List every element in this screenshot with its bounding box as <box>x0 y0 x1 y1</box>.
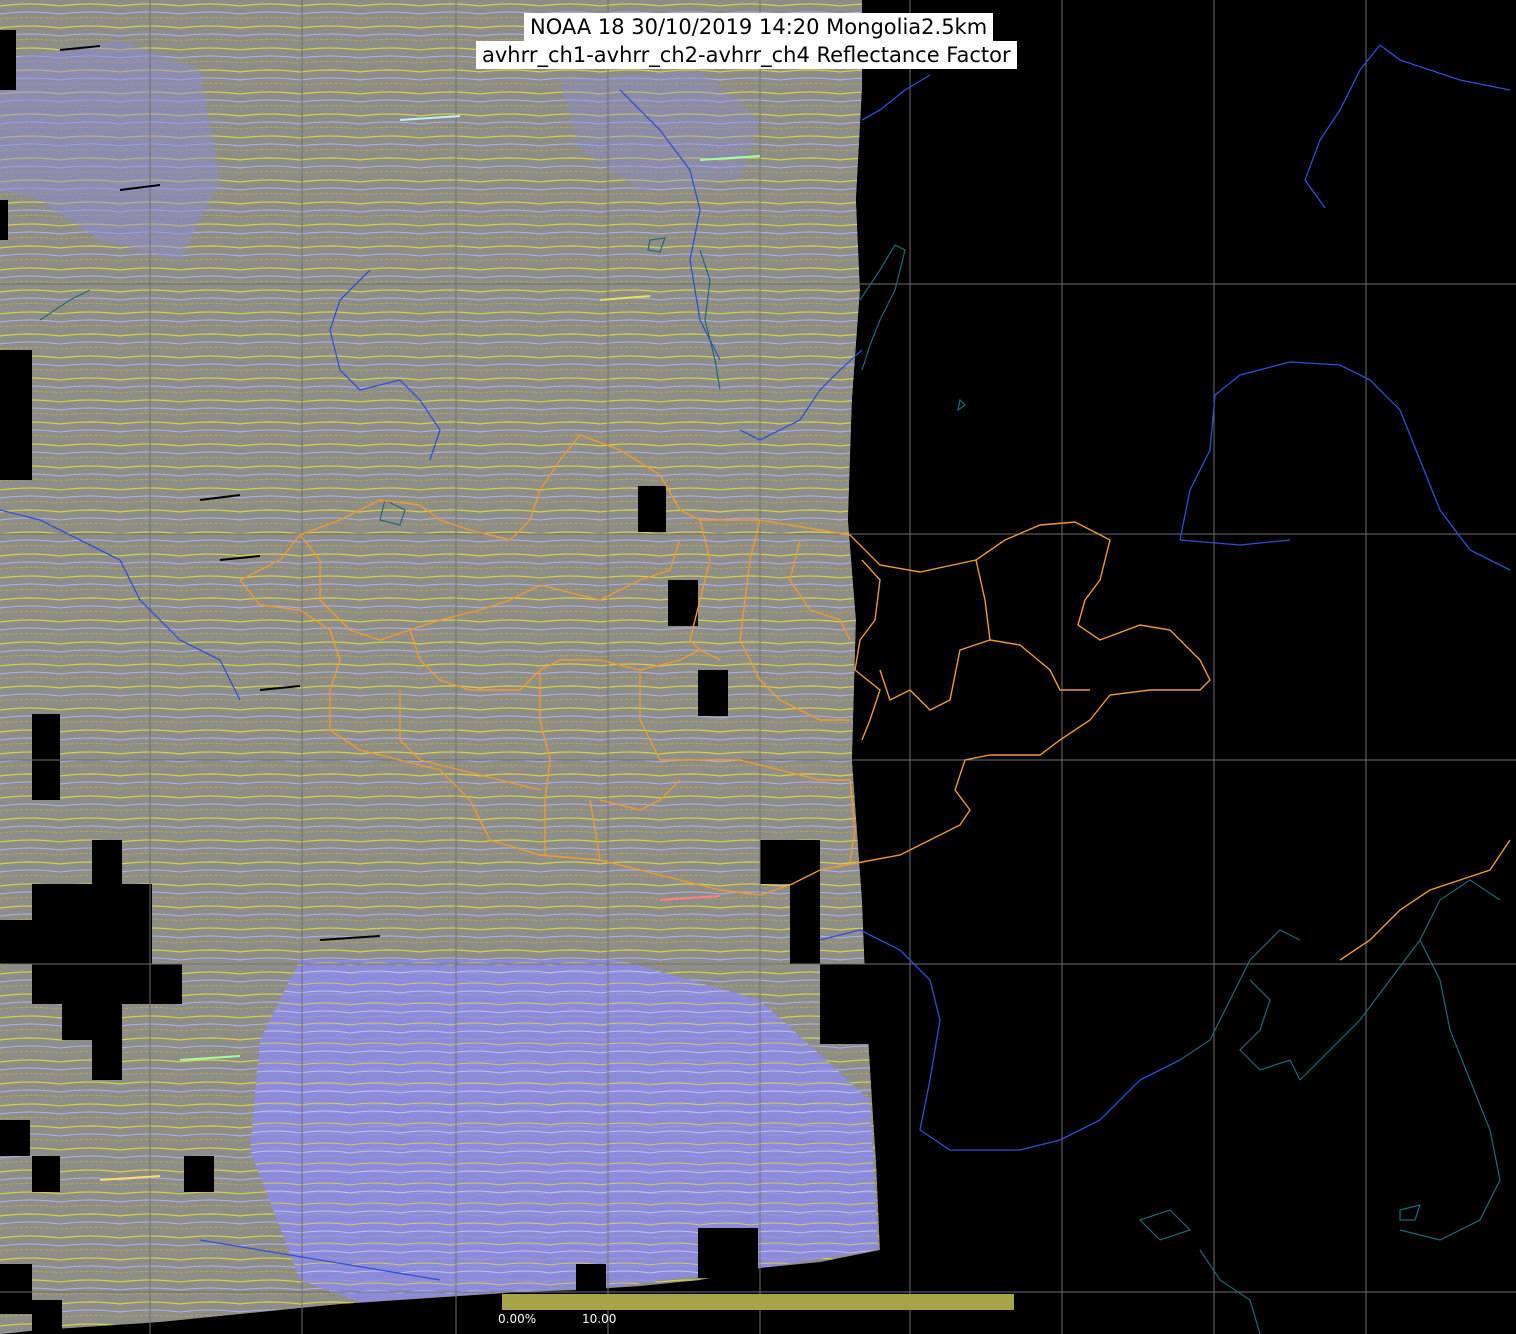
satellite-map <box>0 0 1516 1334</box>
colorbar <box>502 1294 1014 1310</box>
map-title-line1: NOAA 18 30/10/2019 14:20 Mongolia2.5km <box>524 13 994 41</box>
map-title-line2: avhrr_ch1-avhrr_ch2-avhrr_ch4 Reflectanc… <box>476 41 1017 69</box>
colorbar-mid-label: 10.00 <box>582 1312 617 1326</box>
colorbar-min-label: 0.00% <box>498 1312 537 1326</box>
